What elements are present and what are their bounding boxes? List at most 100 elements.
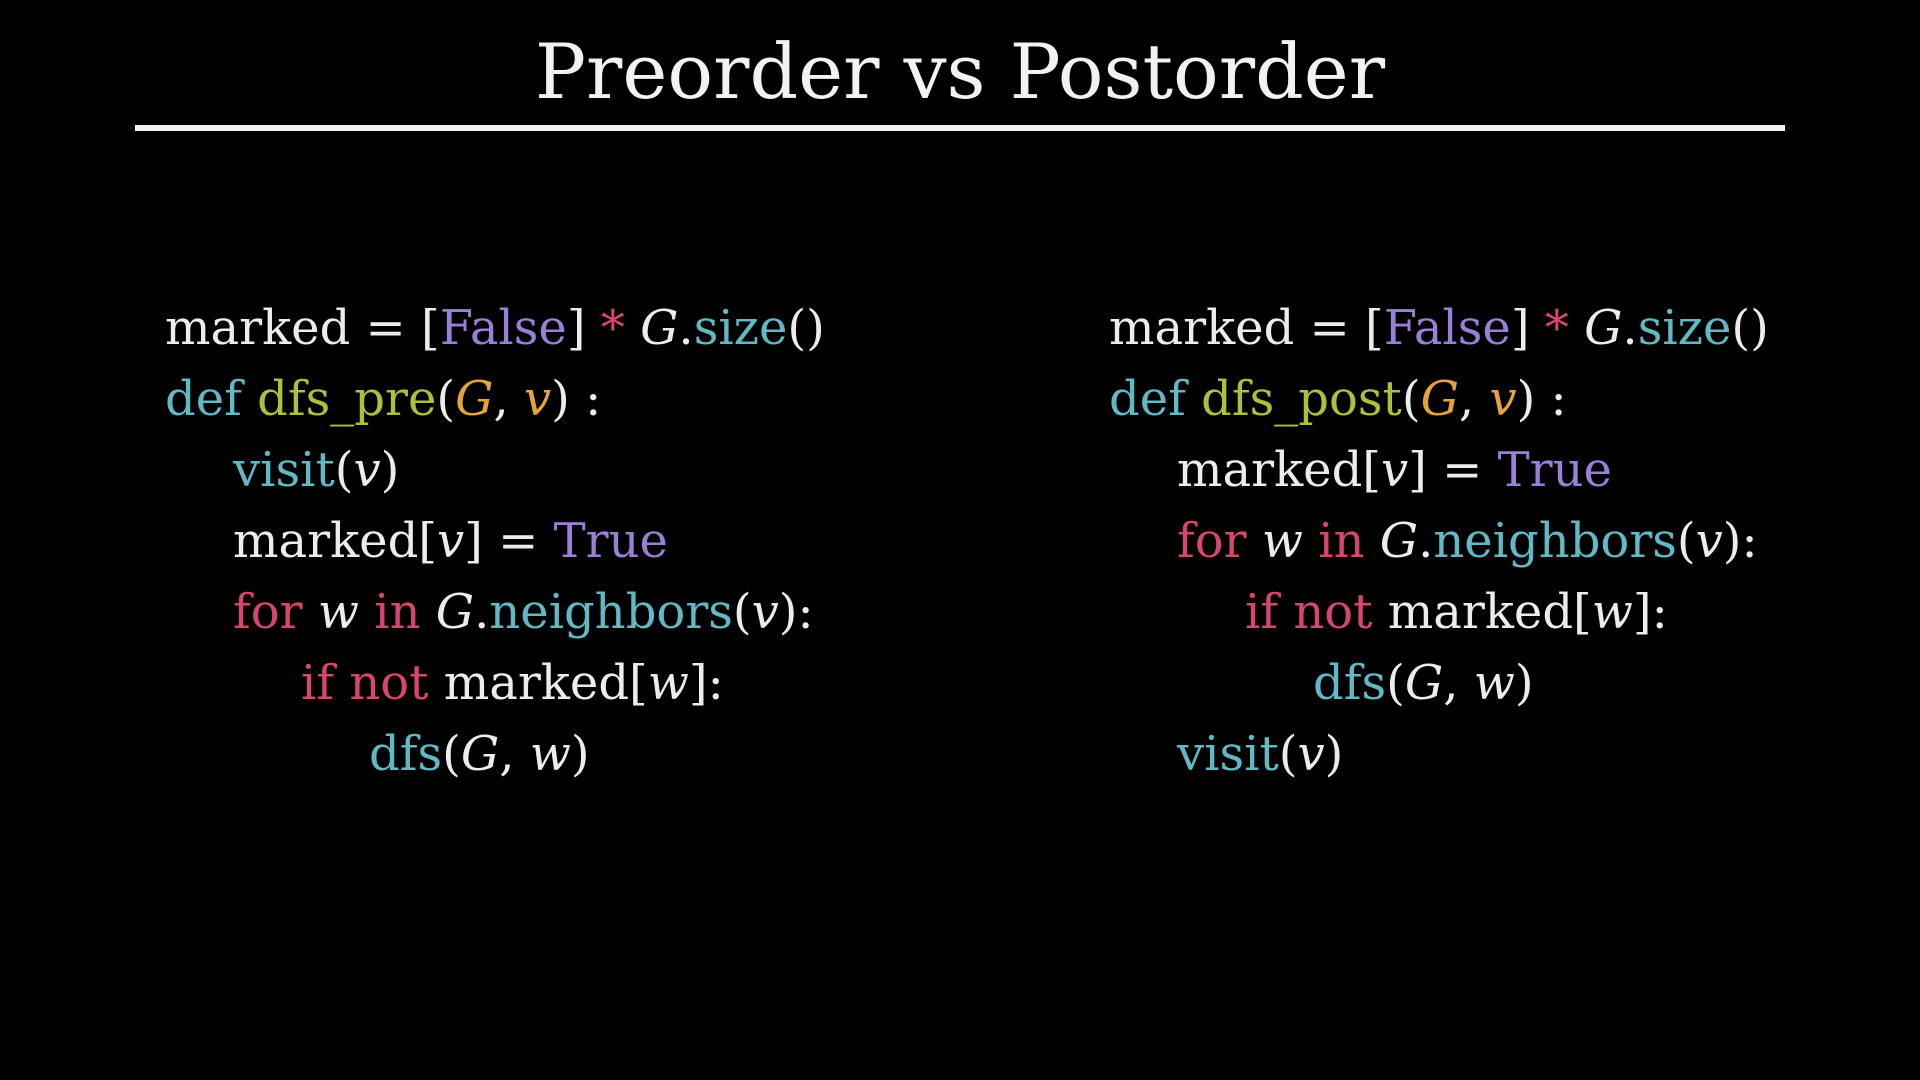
code-token: G bbox=[1584, 300, 1623, 356]
code-token: False bbox=[1383, 300, 1511, 356]
code-token: ) bbox=[380, 442, 400, 498]
code-token: ( bbox=[1278, 726, 1298, 782]
code-token: ] = bbox=[464, 513, 554, 569]
code-token: marked[ bbox=[233, 513, 438, 569]
code-line: for w in G.neighbors(v): bbox=[1109, 506, 1769, 577]
code-line: marked[v] = True bbox=[1109, 435, 1769, 506]
code-token: size bbox=[693, 300, 788, 356]
code-token: dfs bbox=[1313, 655, 1387, 711]
code-token: G bbox=[1404, 655, 1444, 711]
code-token: ( bbox=[732, 584, 752, 640]
code-line: dfs(G, w) bbox=[1109, 648, 1769, 719]
code-token: . bbox=[1622, 300, 1638, 356]
code-line: if not marked[w]: bbox=[165, 648, 825, 719]
code-token: v bbox=[1381, 442, 1409, 498]
code-token: w bbox=[317, 584, 359, 640]
code-token: , bbox=[1458, 371, 1490, 427]
code-token: v bbox=[1489, 371, 1517, 427]
code-token: v bbox=[523, 371, 552, 427]
code-token: v bbox=[1297, 726, 1325, 782]
code-token: , bbox=[499, 726, 530, 782]
preorder-code-block: marked = [False] * G.size() def dfs_pre(G… bbox=[165, 293, 825, 790]
code-token: . bbox=[1418, 513, 1434, 569]
code-token: not bbox=[349, 655, 429, 711]
code-token: G bbox=[455, 371, 494, 427]
code-token: if bbox=[301, 655, 335, 711]
code-token: visit bbox=[233, 442, 335, 498]
code-token: ]: bbox=[1632, 584, 1668, 640]
code-token: () bbox=[787, 300, 825, 356]
code-token: False bbox=[439, 300, 567, 356]
code-token: . bbox=[678, 300, 694, 356]
code-token: marked[ bbox=[1177, 442, 1382, 498]
title-underline bbox=[135, 125, 1785, 131]
code-line: dfs(G, w) bbox=[165, 719, 825, 790]
code-line: if not marked[w]: bbox=[1109, 577, 1769, 648]
code-token: dfs_pre bbox=[257, 371, 437, 427]
code-token: def bbox=[1109, 371, 1186, 427]
code-token: G bbox=[1420, 371, 1459, 427]
code-line: for w in G.neighbors(v): bbox=[165, 577, 825, 648]
code-line: visit(v) bbox=[1109, 719, 1769, 790]
code-token: ( bbox=[1401, 371, 1421, 427]
code-token: ) bbox=[1514, 655, 1534, 711]
code-token: G bbox=[1379, 513, 1419, 569]
code-token: ): bbox=[1722, 513, 1758, 569]
code-token: * bbox=[600, 300, 625, 356]
code-token: ) : bbox=[551, 371, 602, 427]
code-line: def dfs_pre(G, v) : bbox=[165, 364, 825, 435]
code-token: True bbox=[553, 513, 668, 569]
code-token: in bbox=[1318, 513, 1365, 569]
code-token: marked = [ bbox=[165, 300, 440, 356]
code-token: G bbox=[460, 726, 500, 782]
code-token: G bbox=[435, 584, 475, 640]
code-line: marked = [False] * G.size() bbox=[1109, 293, 1769, 364]
code-token: w bbox=[529, 726, 571, 782]
code-token: v bbox=[751, 584, 779, 640]
code-token: , bbox=[493, 371, 524, 427]
code-token: w bbox=[1473, 655, 1515, 711]
code-token: marked = [ bbox=[1109, 300, 1384, 356]
code-token: v bbox=[437, 513, 465, 569]
code-line: visit(v) bbox=[165, 435, 825, 506]
code-token: for bbox=[233, 584, 303, 640]
code-token: def bbox=[165, 371, 242, 427]
code-token: v bbox=[1695, 513, 1723, 569]
code-token: ): bbox=[778, 584, 814, 640]
slide-title: Preorder vs Postorder bbox=[534, 27, 1386, 116]
code-token: , bbox=[1443, 655, 1474, 711]
code-token: v bbox=[353, 442, 381, 498]
code-token: if bbox=[1245, 584, 1279, 640]
code-token: visit bbox=[1177, 726, 1279, 782]
code-token: marked[ bbox=[1372, 584, 1592, 640]
code-token: ) bbox=[1324, 726, 1344, 782]
code-token: * bbox=[1544, 300, 1569, 356]
code-token: ]: bbox=[688, 655, 724, 711]
code-token: ) : bbox=[1516, 371, 1567, 427]
code-token: ( bbox=[1676, 513, 1696, 569]
code-token: ] bbox=[566, 300, 601, 356]
code-token: ] bbox=[1510, 300, 1545, 356]
code-line: marked = [False] * G.size() bbox=[165, 293, 825, 364]
code-token: ( bbox=[436, 371, 456, 427]
code-token: . bbox=[474, 584, 490, 640]
code-token: not bbox=[1293, 584, 1373, 640]
code-token: () bbox=[1731, 300, 1769, 356]
code-token: size bbox=[1637, 300, 1732, 356]
code-token: ( bbox=[334, 442, 354, 498]
code-token: w bbox=[647, 655, 689, 711]
code-line: def dfs_post(G, v) : bbox=[1109, 364, 1769, 435]
code-token: ( bbox=[1386, 655, 1405, 711]
code-token: w bbox=[1261, 513, 1303, 569]
